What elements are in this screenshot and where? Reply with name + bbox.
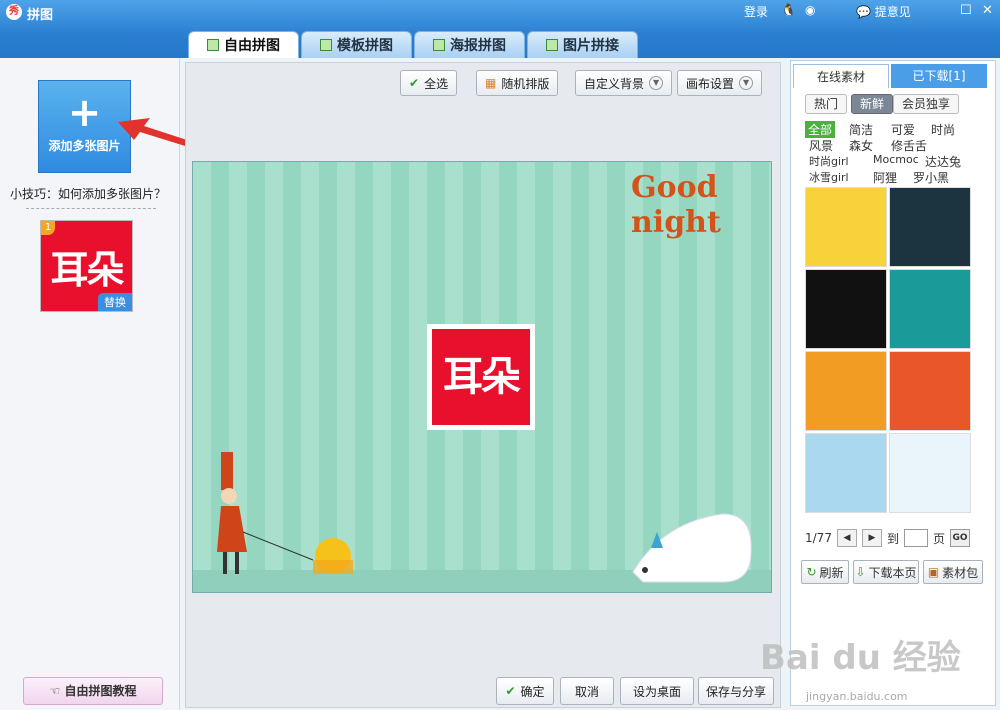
free-collage-icon (207, 39, 219, 51)
random-layout-button[interactable]: ▦ 随机排版 (476, 70, 559, 96)
poster-icon (433, 39, 445, 51)
stitch-icon (546, 39, 558, 51)
subtab-hot[interactable]: 热门 (805, 94, 848, 114)
close-icon[interactable]: ✕ (982, 3, 993, 18)
tab-poster-collage[interactable]: 海报拼图 (414, 31, 525, 58)
canvas-image[interactable]: 耳朵 (427, 324, 535, 430)
editor-area: ✔ 全选 ▦ 随机排版 自定义背景 ▼ 画布设置 ▼ Good night 耳朵 ✔ 确定… (185, 62, 781, 708)
pager: 1/77 ◀ ▶ 到 页 GO (805, 529, 970, 547)
tab-template-collage[interactable]: 模板拼图 (301, 31, 412, 58)
canvas-settings-dropdown[interactable]: 画布设置 ▼ (677, 70, 763, 96)
material-thumb[interactable] (805, 351, 887, 431)
category-all[interactable]: 全部 (805, 121, 836, 138)
page-input[interactable] (903, 529, 928, 547)
subtab-fresh[interactable]: 新鲜 (851, 94, 894, 114)
polar-bear-illustration (632, 513, 752, 583)
material-thumb[interactable] (805, 433, 887, 513)
maximize-icon[interactable]: ☐ (960, 3, 972, 18)
refresh-button[interactable]: ↻ 刷新 (801, 560, 849, 584)
go-button[interactable]: GO (949, 529, 970, 547)
material-thumb[interactable] (805, 187, 887, 267)
category-xiusheshe[interactable]: 修舌舌 (891, 137, 927, 154)
material-pack-button[interactable]: ▣ 素材包 (923, 560, 983, 584)
walking-boy-illustration (217, 452, 353, 574)
check-icon: ✔ (409, 76, 420, 90)
goodnight-text: Good night (631, 170, 721, 240)
material-grid (805, 187, 971, 513)
collage-canvas[interactable]: Good night 耳朵 (192, 161, 772, 593)
set-desktop-button[interactable]: 设为桌面 (620, 677, 694, 705)
app-logo-icon: 秀 (6, 4, 22, 20)
category-mocmoc[interactable]: Mocmoc (873, 153, 919, 166)
watermark-brand: Bai du 经验 (760, 638, 961, 678)
next-page-button[interactable]: ▶ (861, 529, 882, 547)
material-thumb[interactable] (805, 269, 887, 349)
tutorial-button[interactable]: ☜ 自由拼图教程 (23, 677, 163, 705)
select-all-button[interactable]: ✔ 全选 (400, 70, 458, 96)
check-circle-icon: ✔ (505, 684, 516, 698)
category-luoxiaohei[interactable]: 罗小黑 (913, 169, 949, 186)
package-icon: ▣ (927, 565, 940, 579)
image-thumbnail[interactable]: 1 耳朵 替换 (40, 220, 133, 312)
page-indicator: 1/77 (805, 531, 832, 545)
download-icon: ⇩ (855, 565, 866, 579)
category-forest-girl[interactable]: 森女 (849, 137, 873, 154)
tab-free-collage[interactable]: 自由拼图 (188, 31, 299, 58)
category-cute[interactable]: 可爱 (891, 121, 915, 138)
category-ice-girl[interactable]: 冰雪girl (809, 169, 849, 185)
divider (26, 208, 156, 209)
chevron-down-icon: ▼ (739, 76, 754, 90)
goto-label: 到 (886, 531, 899, 546)
category-simple[interactable]: 简洁 (849, 121, 873, 138)
prev-page-button[interactable]: ◀ (836, 529, 857, 547)
confirm-button[interactable]: ✔ 确定 (496, 677, 554, 705)
login-link[interactable]: 登录 (744, 3, 768, 20)
thumb-logo-text: 耳朵 (50, 248, 124, 292)
tab-downloaded[interactable]: 已下载[1] (891, 64, 987, 88)
download-page-button[interactable]: ⇩ 下载本页 (853, 560, 919, 584)
material-thumb[interactable] (889, 187, 971, 267)
watermark-url: jingyan.baidu.com (806, 690, 908, 703)
category-scenery[interactable]: 风景 (809, 137, 833, 154)
feedback-link[interactable]: 💬 提意见 (856, 3, 911, 20)
chevron-down-icon: ▼ (649, 76, 664, 90)
cancel-button[interactable]: 取消 (560, 677, 614, 705)
category-dada-rabbit[interactable]: 达达兔 (925, 153, 961, 170)
material-thumb[interactable] (889, 269, 971, 349)
hand-icon: ☜ (49, 684, 65, 698)
thumb-index-badge: 1 (41, 221, 55, 235)
material-panel: 在线素材 已下载[1] 热门 新鲜 会员独享 全部 简洁 可爱 时尚 风景 森女… (790, 60, 996, 706)
tab-image-stitch[interactable]: 图片拼接 (527, 31, 638, 58)
page-unit-label: 页 (932, 531, 945, 546)
material-thumb[interactable] (889, 433, 971, 513)
title-bar: 秀 拼图 登录 🐧 ◉ 💬 提意见 ☐ ✕ 自由拼图 模板拼图 海报拼图 图片拼… (0, 0, 1000, 58)
tab-online-materials[interactable]: 在线素材 (793, 64, 889, 88)
qq-icon[interactable]: 🐧 (781, 3, 796, 17)
save-share-button[interactable]: 保存与分享 (698, 677, 774, 705)
category-ali[interactable]: 阿狸 (873, 169, 897, 186)
category-fashion[interactable]: 时尚 (931, 121, 955, 138)
template-icon (320, 39, 332, 51)
subtab-vip[interactable]: 会员独享 (893, 94, 960, 114)
refresh-icon: ↻ (806, 565, 817, 579)
weibo-icon[interactable]: ◉ (805, 3, 815, 17)
material-thumb[interactable] (889, 351, 971, 431)
app-title: 拼图 (27, 8, 54, 23)
shuffle-icon: ▦ (485, 76, 497, 90)
custom-background-dropdown[interactable]: 自定义背景 ▼ (575, 70, 673, 96)
category-fashion-girl[interactable]: 时尚girl (809, 153, 849, 169)
replace-button[interactable]: 替换 (98, 293, 132, 311)
